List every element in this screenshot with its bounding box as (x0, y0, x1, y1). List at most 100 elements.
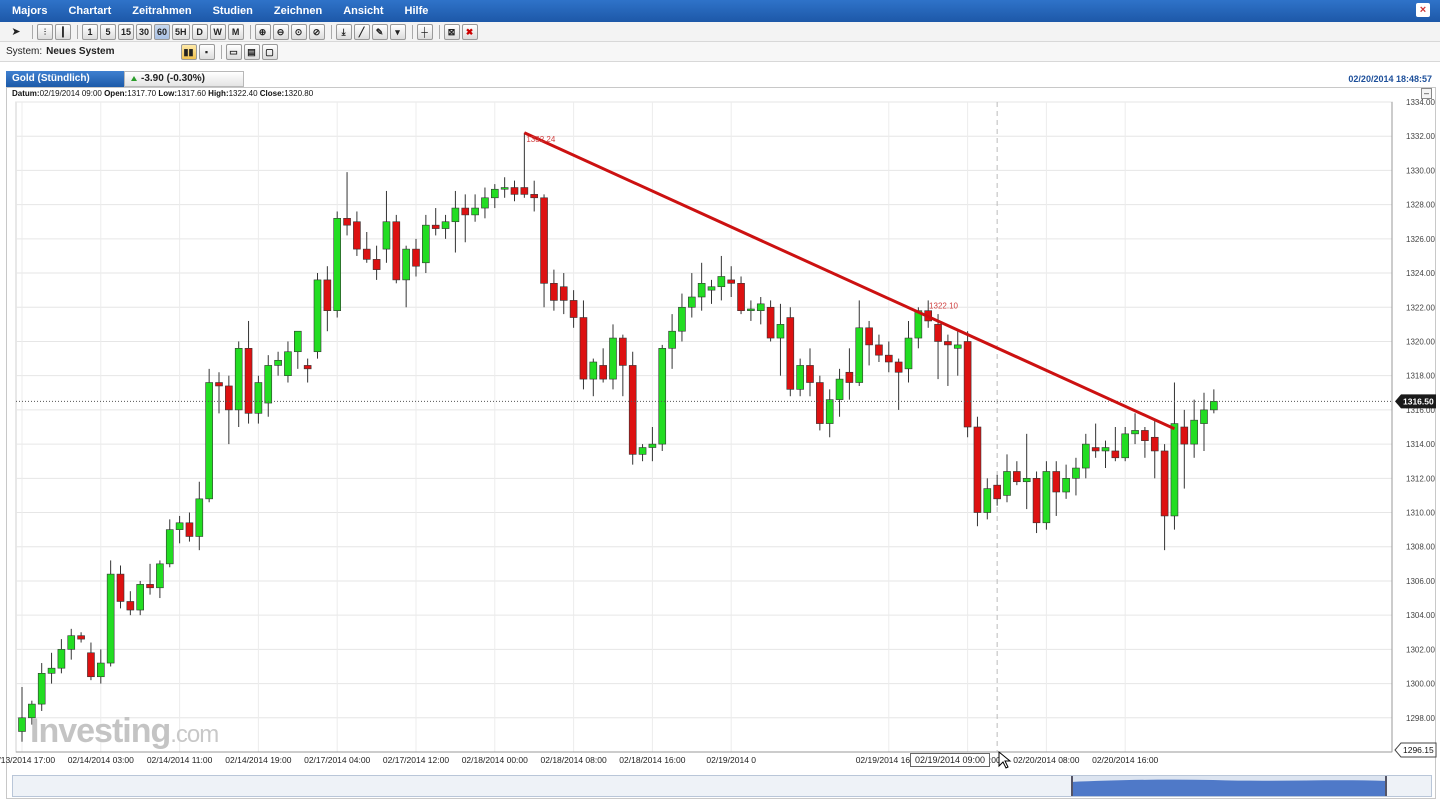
candle-body[interactable] (57, 649, 66, 669)
candle-body[interactable] (77, 635, 85, 640)
candle-body[interactable] (894, 361, 903, 373)
candle-body[interactable] (717, 276, 726, 288)
candle-body[interactable] (284, 351, 292, 376)
candle-body[interactable] (461, 207, 470, 216)
candle-body[interactable] (1082, 443, 1090, 469)
candle-body[interactable] (1141, 430, 1149, 441)
candle-body[interactable] (67, 635, 76, 650)
candle-body[interactable] (156, 563, 164, 589)
candle-body[interactable] (234, 348, 243, 411)
candle-body[interactable] (1170, 423, 1179, 517)
candle-body[interactable] (963, 341, 972, 428)
candle-body[interactable] (1131, 430, 1139, 435)
candle-body[interactable] (490, 188, 499, 199)
candle-body[interactable] (1160, 450, 1169, 517)
candle-body[interactable] (343, 218, 351, 226)
candle-body[interactable] (37, 673, 46, 705)
candle-body[interactable] (293, 330, 302, 353)
candle-body[interactable] (136, 584, 144, 611)
candle-body[interactable] (382, 221, 391, 250)
candle-body[interactable] (1062, 478, 1070, 493)
candle-body[interactable] (993, 484, 1001, 500)
candle-body[interactable] (500, 187, 509, 190)
candle-body[interactable] (254, 382, 263, 414)
candle-body[interactable] (1022, 478, 1031, 483)
candle-body[interactable] (146, 584, 154, 589)
candle-body[interactable] (1052, 471, 1061, 493)
candle-body[interactable] (471, 207, 479, 216)
candle-body[interactable] (402, 248, 410, 281)
candle-body[interactable] (47, 667, 56, 674)
candle-body[interactable] (451, 207, 460, 223)
candle-body[interactable] (116, 573, 125, 602)
candle-body[interactable] (1180, 426, 1189, 445)
candle-body[interactable] (441, 221, 450, 229)
candle-body[interactable] (87, 652, 95, 678)
candle-body[interactable] (1150, 436, 1159, 452)
candle-body[interactable] (835, 378, 844, 400)
candle-body[interactable] (786, 317, 795, 390)
candle-body[interactable] (106, 573, 115, 664)
candle-body[interactable] (855, 327, 864, 383)
candle-body[interactable] (609, 337, 617, 380)
candle-body[interactable] (756, 303, 765, 311)
candle-body[interactable] (165, 529, 174, 565)
candle-body[interactable] (737, 283, 745, 311)
candle-body[interactable] (816, 382, 824, 424)
candle-body[interactable] (678, 306, 686, 332)
candle-body[interactable] (953, 344, 962, 349)
navigator-window[interactable] (1071, 776, 1387, 796)
candle-body[interactable] (244, 348, 253, 414)
candle-body[interactable] (1042, 471, 1051, 524)
candle-body[interactable] (845, 371, 854, 383)
candle-body[interactable] (579, 317, 588, 380)
candle-body[interactable] (727, 279, 736, 284)
candle-body[interactable] (215, 382, 223, 387)
candle-body[interactable] (481, 197, 489, 209)
candle-body[interactable] (540, 197, 548, 284)
candle-body[interactable] (628, 365, 637, 455)
candle-body[interactable] (520, 187, 529, 195)
candle-body[interactable] (648, 443, 657, 448)
candle-body[interactable] (510, 187, 519, 195)
candle-body[interactable] (589, 361, 598, 380)
candle-body[interactable] (1111, 450, 1120, 459)
candle-body[interactable] (313, 279, 322, 353)
candle-body[interactable] (530, 194, 539, 199)
candle-body[interactable] (569, 300, 578, 318)
candle-body[interactable] (303, 365, 312, 370)
candle-body[interactable] (412, 248, 420, 267)
candle-body[interactable] (599, 365, 607, 380)
candle-body[interactable] (1190, 419, 1198, 445)
candle-body[interactable] (687, 296, 696, 308)
candle-body[interactable] (944, 341, 952, 346)
candle-body[interactable] (1003, 471, 1011, 496)
candle-body[interactable] (904, 337, 913, 370)
candle-body[interactable] (776, 324, 785, 339)
candle-body[interactable] (1072, 467, 1080, 479)
candle-body[interactable] (323, 279, 332, 311)
candle-body[interactable] (806, 365, 814, 383)
candle-body[interactable] (658, 348, 667, 445)
candle-body[interactable] (1013, 471, 1021, 483)
candle-body[interactable] (668, 330, 676, 349)
candle-body[interactable] (185, 522, 194, 537)
candle-body[interactable] (274, 359, 282, 366)
candle-body[interactable] (392, 221, 401, 281)
candle-body[interactable] (175, 522, 184, 530)
candle-body[interactable] (796, 365, 804, 390)
candle-body[interactable] (431, 224, 440, 229)
candle-body[interactable] (1091, 447, 1100, 452)
candle-body[interactable] (97, 662, 105, 678)
candle-body[interactable] (372, 259, 381, 270)
candle-body[interactable] (353, 221, 361, 250)
price-chart[interactable]: 1298.00 1300.00 1302.00 1304.00 1306.00 1308.… (0, 0, 1440, 810)
candle-body[interactable] (225, 385, 233, 411)
candle-body[interactable] (1200, 409, 1208, 424)
candle-body[interactable] (205, 382, 213, 500)
candle-body[interactable] (362, 248, 371, 260)
candle-body[interactable] (697, 283, 706, 298)
candle-body[interactable] (195, 498, 204, 537)
candle-body[interactable] (973, 426, 982, 513)
candle-body[interactable] (875, 344, 883, 356)
